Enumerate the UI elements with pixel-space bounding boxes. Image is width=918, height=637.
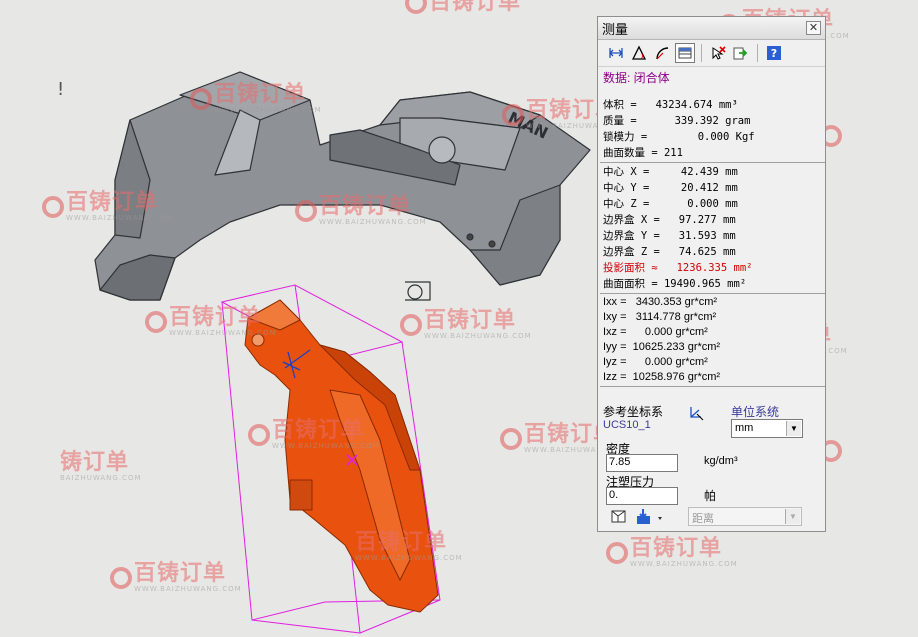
divider xyxy=(600,293,825,294)
ref-coord-value[interactable]: UCS10_1 xyxy=(603,419,651,431)
iyz-row: Iyz = 0.000 gr*cm² xyxy=(603,356,708,368)
data-type-label: 数据: 闭合体 xyxy=(603,71,670,85)
help-icon: ? xyxy=(767,46,781,60)
svg-text:!: ! xyxy=(57,79,64,100)
density-unit: kg/dm³ xyxy=(704,455,738,467)
surface-count-row: 曲面数量 = 211 xyxy=(603,147,683,159)
ref-coord-label: 参考坐标系 xyxy=(603,405,664,419)
unit-system-select[interactable]: mm ▼ xyxy=(731,419,803,438)
measure-toolbar: ? xyxy=(598,40,825,67)
close-icon: ✕ xyxy=(808,22,819,34)
ucs-pick-icon[interactable] xyxy=(688,405,706,423)
toolbar-separator xyxy=(701,44,702,62)
properties-button[interactable] xyxy=(675,43,695,63)
injection-pressure-unit: 帕 xyxy=(704,489,717,503)
clamp-force-row: 锁模力 = 0.000 Kgf xyxy=(603,131,755,143)
distance-button[interactable] xyxy=(606,43,626,63)
clear-selection-button[interactable] xyxy=(708,43,728,63)
help-button[interactable]: ? xyxy=(764,43,784,63)
density-input[interactable]: 7.85 xyxy=(606,454,678,472)
angle-icon xyxy=(631,45,647,60)
unit-system-value: mm xyxy=(735,422,754,434)
volume-row: 体积 = 43234.674 mm³ xyxy=(603,99,738,111)
chevron-down-icon: ▼ xyxy=(785,509,800,524)
center-x-row: 中心 X = 42.439 mm xyxy=(603,166,738,178)
divider xyxy=(600,386,825,387)
chevron-down-icon: ▼ xyxy=(786,421,801,436)
view-icon[interactable] xyxy=(610,508,628,526)
table-icon xyxy=(678,47,692,59)
distance-select[interactable]: 距离 ▼ xyxy=(688,507,802,526)
mass-row: 质量 = 339.392 gram xyxy=(603,115,751,127)
projected-area-row: 投影面积 ≈ 1236.335 mm² xyxy=(603,262,753,274)
svg-text:?: ? xyxy=(771,47,777,60)
close-button[interactable]: ✕ xyxy=(806,21,821,35)
measure-results: 体积 = 43234.674 mm³ 质量 = 339.392 gram 锁模力… xyxy=(600,93,825,388)
ixy-row: Ixy = 3114.778 gr*cm² xyxy=(603,311,717,323)
izz-row: Izz = 10258.976 gr*cm² xyxy=(603,371,721,383)
data-type-row: 数据: 闭合体 xyxy=(598,67,825,87)
gray-bracket-part: MAN xyxy=(94,71,591,301)
ixx-row: Ixx = 3430.353 gr*cm² xyxy=(603,296,718,308)
ixz-row: Ixz = 0.000 gr*cm² xyxy=(603,326,708,338)
distance-select-value: 距离 xyxy=(692,513,714,525)
panel-titlebar[interactable]: 测量 ✕ xyxy=(598,17,825,40)
arc-icon xyxy=(656,47,669,60)
injection-pressure-input[interactable]: 0. xyxy=(606,487,678,505)
surface-area-row: 曲面面积 = 19490.965 mm² xyxy=(603,278,747,290)
bbox-z-row: 边界盒 Z = 74.625 mm xyxy=(603,246,736,258)
divider xyxy=(600,162,825,163)
center-z-row: 中心 Z = 0.000 mm xyxy=(603,198,738,210)
measure-panel: 测量 ✕ ? 数据: 闭合体 体积 = 43234.674 mm³ 质量 = 3… xyxy=(597,16,826,532)
center-y-row: 中心 Y = 20.412 mm xyxy=(603,182,738,194)
distance-icon xyxy=(609,48,623,58)
iyy-row: Iyy = 10625.233 gr*cm² xyxy=(603,341,721,353)
bbox-x-row: 边界盒 X = 97.277 mm xyxy=(603,214,736,226)
save-dropdown-icon[interactable] xyxy=(636,508,666,526)
export-icon xyxy=(733,47,748,60)
clear-selection-icon xyxy=(712,46,726,60)
orange-highlighted-part xyxy=(244,299,439,613)
unit-system-label: 单位系统 xyxy=(731,405,780,419)
toolbar-separator xyxy=(757,44,758,62)
bbox-y-row: 边界盒 Y = 31.593 mm xyxy=(603,230,736,242)
export-button[interactable] xyxy=(731,43,751,63)
panel-title: 测量 xyxy=(602,21,629,37)
angle-button[interactable] xyxy=(629,43,649,63)
arc-button[interactable] xyxy=(652,43,672,63)
